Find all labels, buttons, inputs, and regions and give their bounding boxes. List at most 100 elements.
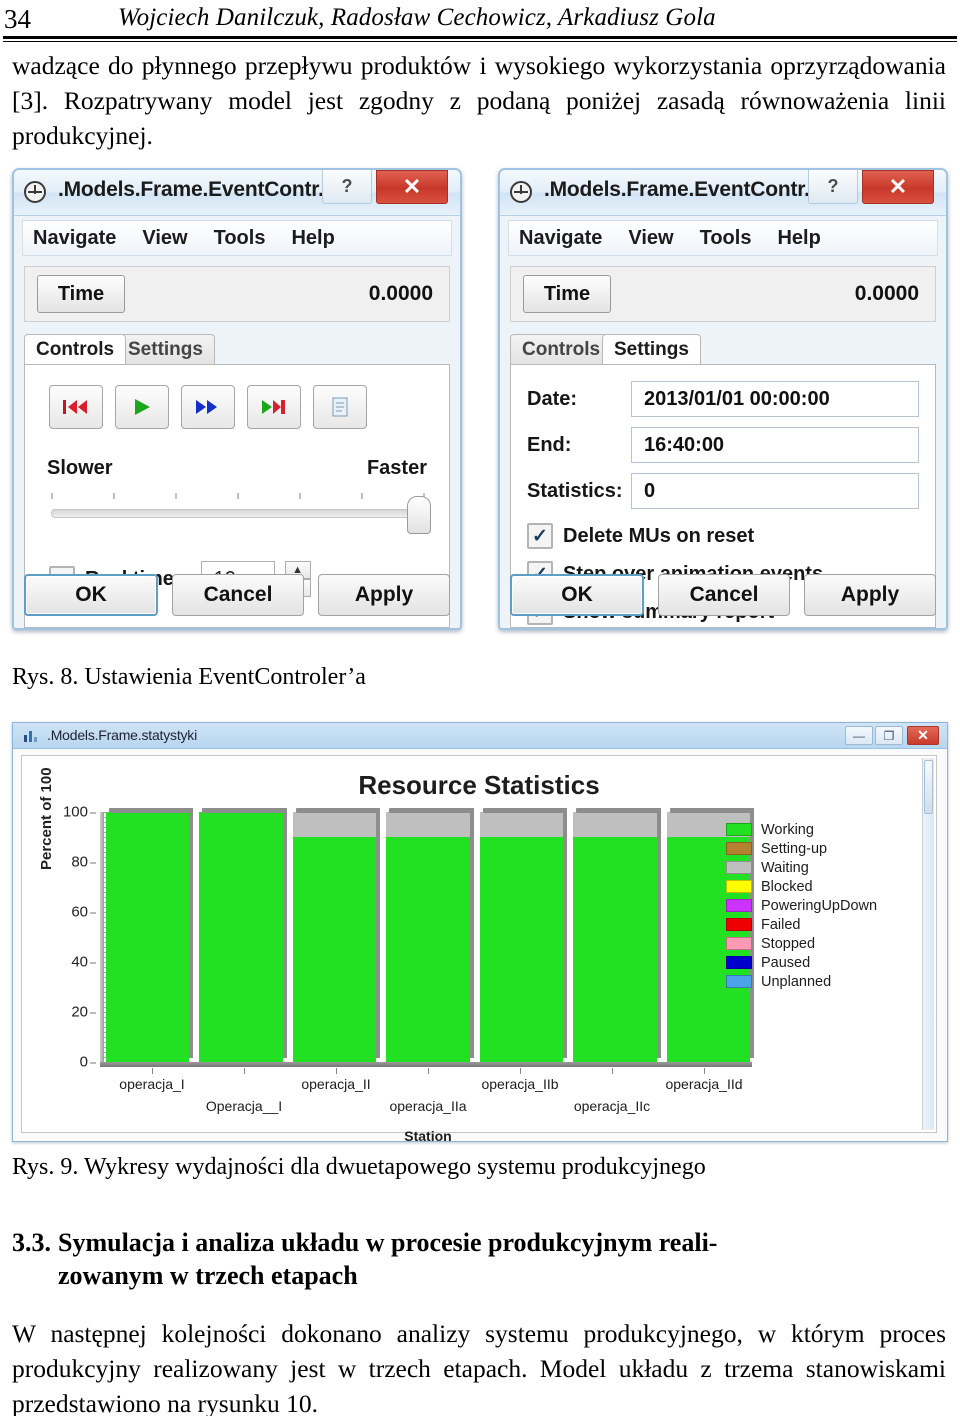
cancel-button[interactable]: Cancel: [658, 574, 790, 616]
eventcontroller-dialog-settings: .Models.Frame.EventContr... ? ✕ Navigate…: [498, 168, 948, 630]
tab-controls[interactable]: Controls: [510, 334, 613, 364]
time-button[interactable]: Time: [523, 275, 611, 313]
intro-paragraph-text: wadzące do płynnego przepływu produktów …: [12, 51, 946, 150]
dialog-title: .Models.Frame.EventContr...: [58, 178, 335, 201]
speed-slider-thumb[interactable]: [407, 496, 431, 534]
x-tick-label: operacja_II: [301, 1076, 371, 1092]
fast-forward-button[interactable]: [181, 385, 235, 429]
legend-swatch: [726, 918, 752, 931]
close-button[interactable]: ✕: [907, 726, 939, 745]
bar-top-shadow: [202, 808, 286, 813]
time-button[interactable]: Time: [37, 275, 125, 313]
apply-button[interactable]: Apply: [318, 574, 450, 616]
menu-item-navigate[interactable]: Navigate: [33, 227, 116, 250]
y-tick-label: 20: [71, 1003, 96, 1021]
bar-side-shadow: [563, 808, 568, 1058]
legend-label: Unplanned: [761, 973, 832, 990]
legend-label: PoweringUpDown: [761, 897, 878, 914]
dialog-button-row: OK Cancel Apply: [24, 574, 450, 616]
x-axis-tick-labels: Station operacja_I Operacja__I operacja_II…: [100, 1074, 756, 1142]
chart-canvas: Resource Statistics Percent of 100 0 20 40…: [21, 755, 937, 1141]
tab-settings[interactable]: Settings: [602, 334, 701, 364]
reset-button[interactable]: [49, 385, 103, 429]
menu-item-tools[interactable]: Tools: [214, 227, 266, 250]
legend-label: Stopped: [761, 935, 816, 952]
speed-slider-ticks: [51, 493, 425, 501]
legend-label: Paused: [761, 954, 811, 971]
tab-strip: Controls Settings: [24, 334, 450, 364]
chart-title: Resource Statistics: [358, 770, 600, 800]
close-button[interactable]: ✕: [862, 170, 934, 204]
chart-window-title-bar[interactable]: .Models.Frame.statystyki — ❐ ✕: [13, 723, 947, 749]
bar-segment-working: [106, 812, 190, 1062]
help-button[interactable]: ?: [808, 170, 858, 204]
statistics-input[interactable]: 0: [631, 473, 919, 509]
ok-button[interactable]: OK: [24, 574, 158, 616]
y-tick-label: 40: [71, 953, 96, 971]
x-tick-label: operacja_IIa: [389, 1098, 467, 1114]
ok-button[interactable]: OK: [510, 574, 644, 616]
speed-slider-track[interactable]: [51, 509, 427, 518]
bar-top-shadow: [295, 808, 380, 813]
menu-item-view[interactable]: View: [142, 227, 187, 250]
end-label: End:: [527, 433, 572, 456]
legend-item: PoweringUpDown: [726, 896, 894, 915]
menu-item-help[interactable]: Help: [291, 227, 334, 250]
x-axis-title: Station: [404, 1128, 452, 1142]
date-input[interactable]: 2013/01/01 00:00:00: [631, 381, 919, 417]
delete-mus-label: Delete MUs on reset: [563, 524, 755, 547]
cancel-button[interactable]: Cancel: [172, 574, 304, 616]
bar-top-shadow: [482, 808, 567, 813]
close-button[interactable]: ✕: [376, 170, 448, 204]
x-tick-label: operacja_IIb: [481, 1076, 559, 1092]
menu-item-navigate[interactable]: Navigate: [519, 227, 602, 250]
legend-swatch: [726, 823, 752, 836]
maximize-button[interactable]: ❐: [875, 726, 903, 745]
apply-button[interactable]: Apply: [804, 574, 936, 616]
bar: [106, 808, 194, 1062]
statistics-row: Statistics: 0: [527, 473, 919, 509]
time-bar: Time 0.0000: [510, 266, 936, 322]
dialog-title-bar[interactable]: .Models.Frame.EventContr... ? ✕: [500, 170, 946, 216]
x-tick-label: operacja_I: [119, 1076, 185, 1092]
scrollbar-thumb[interactable]: [924, 760, 933, 814]
legend-item: Stopped: [726, 934, 894, 953]
section-title-line1: Symulacja i analiza układu w procesie pr…: [58, 1228, 718, 1257]
statistics-label: Statistics:: [527, 479, 623, 502]
menu-bar: Navigate View Tools Help: [508, 220, 938, 256]
bar-side-shadow: [656, 808, 661, 1058]
dialog-title-bar[interactable]: .Models.Frame.EventContr... ? ✕: [14, 170, 460, 216]
speed-faster-label: Faster: [366, 457, 427, 479]
legend-item: Blocked: [726, 877, 894, 896]
report-button[interactable]: [313, 385, 367, 429]
bar-side-shadow: [282, 808, 287, 1058]
menu-item-tools[interactable]: Tools: [700, 227, 752, 250]
tab-controls[interactable]: Controls: [24, 334, 127, 364]
figure-9-caption: Rys. 9. Wykresy wydajności dla dwuetapow…: [12, 1154, 706, 1180]
bar: [292, 808, 381, 1062]
end-input[interactable]: 16:40:00: [631, 427, 919, 463]
x-axis-line: [100, 1062, 752, 1067]
time-value: 0.0000: [854, 282, 919, 305]
chart-window-title: .Models.Frame.statystyki: [47, 727, 198, 743]
document-page: 34 Wojciech Danilczuk, Radosław Cechowic…: [0, 0, 960, 1416]
menu-item-help[interactable]: Help: [777, 227, 820, 250]
bar-segment-waiting: [386, 812, 470, 837]
skip-back-icon: [63, 400, 87, 414]
chart-scrollbar[interactable]: [922, 758, 934, 1130]
fast-forward-icon: [196, 400, 217, 414]
section-number: 3.3.: [12, 1228, 51, 1257]
author-list: Wojciech Danilczuk, Radosław Cechowicz, …: [118, 4, 716, 31]
minimize-button[interactable]: —: [845, 726, 873, 745]
menu-item-view[interactable]: View: [628, 227, 673, 250]
bar-segment-working: [386, 837, 470, 1062]
legend-swatch: [726, 861, 752, 874]
delete-mus-row[interactable]: ✓ Delete MUs on reset: [527, 523, 754, 549]
delete-mus-checkbox[interactable]: ✓: [527, 523, 553, 549]
chart-legend: Working Setting-up Waiting Blocked PoweringU…: [726, 820, 894, 991]
simulation-control-buttons: [49, 385, 367, 429]
tab-settings[interactable]: Settings: [116, 334, 215, 364]
step-button[interactable]: [247, 385, 301, 429]
help-button[interactable]: ?: [322, 170, 372, 204]
start-button[interactable]: [115, 385, 169, 429]
